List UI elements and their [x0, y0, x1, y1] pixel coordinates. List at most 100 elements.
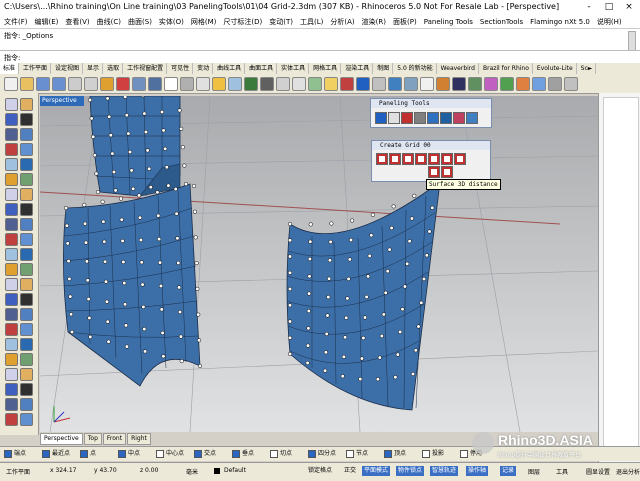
control-point[interactable]	[307, 274, 312, 279]
osnap-checkbox[interactable]	[232, 449, 240, 458]
analyze-icon[interactable]	[500, 77, 514, 91]
box-icon[interactable]	[5, 188, 18, 201]
control-point[interactable]	[123, 323, 129, 328]
print-icon[interactable]	[52, 77, 66, 91]
control-point[interactable]	[383, 290, 388, 295]
properties-icon[interactable]	[5, 383, 18, 396]
toolbar-tab-17[interactable]: Evolute-Lite	[534, 63, 577, 74]
control-point[interactable]	[180, 145, 185, 150]
save-icon[interactable]	[36, 77, 50, 91]
control-point[interactable]	[107, 114, 112, 119]
toolbar-tab-3[interactable]: 显示	[84, 63, 104, 74]
grid-e-icon[interactable]	[428, 153, 440, 165]
control-point[interactable]	[142, 111, 147, 116]
osnap-1[interactable]: 最近点	[42, 449, 70, 459]
grid-icon[interactable]	[375, 112, 387, 124]
control-point[interactable]	[366, 274, 371, 279]
control-point[interactable]	[166, 183, 171, 188]
copy-icon[interactable]	[100, 77, 114, 91]
cylinder-icon[interactable]	[5, 203, 18, 216]
control-point[interactable]	[182, 163, 187, 168]
control-point[interactable]	[124, 113, 129, 118]
control-point[interactable]	[124, 344, 129, 349]
control-point[interactable]	[137, 193, 142, 198]
osnap-checkbox[interactable]	[270, 449, 278, 458]
sphere-icon[interactable]	[20, 188, 33, 201]
array-icon[interactable]	[20, 278, 33, 291]
points-icon[interactable]	[414, 112, 426, 124]
control-point[interactable]	[430, 205, 435, 210]
control-point[interactable]	[375, 377, 380, 382]
triangle-icon[interactable]	[401, 112, 413, 124]
control-point[interactable]	[287, 221, 293, 227]
control-point[interactable]	[305, 360, 310, 365]
join-icon[interactable]	[5, 308, 18, 321]
rotate-view-icon[interactable]	[180, 77, 194, 91]
control-point[interactable]	[348, 237, 354, 243]
arc-icon[interactable]	[5, 143, 18, 156]
control-point[interactable]	[139, 260, 144, 265]
control-point[interactable]	[140, 282, 145, 287]
osnap-2[interactable]: 点	[80, 449, 96, 459]
point-icon[interactable]	[5, 113, 18, 126]
control-point[interactable]	[173, 187, 178, 192]
split-icon[interactable]	[20, 293, 33, 306]
control-point[interactable]	[305, 343, 311, 348]
grid-f-icon[interactable]	[441, 153, 453, 165]
control-point[interactable]	[163, 146, 168, 151]
toolbar-tab-2[interactable]: 设定视图	[52, 63, 84, 74]
control-point[interactable]	[113, 188, 118, 193]
zoom-window-icon[interactable]	[212, 77, 226, 91]
light-icon[interactable]	[324, 77, 338, 91]
menu-item-16[interactable]: 说明(H)	[597, 16, 622, 28]
control-point[interactable]	[137, 215, 143, 220]
menu-item-0[interactable]: 文件(F)	[4, 16, 28, 28]
control-point[interactable]	[196, 312, 201, 317]
osnap-8[interactable]: 四分点	[308, 449, 336, 459]
move-icon[interactable]	[5, 248, 18, 261]
control-point[interactable]	[308, 239, 313, 244]
control-point[interactable]	[108, 133, 113, 138]
grid-h-icon[interactable]	[428, 166, 440, 178]
control-point[interactable]	[156, 213, 161, 218]
osnap-checkbox[interactable]	[346, 449, 354, 458]
undo-icon[interactable]	[132, 77, 146, 91]
open-file-icon[interactable]	[20, 77, 34, 91]
control-point[interactable]	[329, 221, 334, 226]
grasshopper-icon[interactable]	[356, 77, 370, 91]
control-point[interactable]	[118, 196, 123, 201]
control-point[interactable]	[121, 259, 126, 265]
hatch-icon[interactable]	[5, 353, 18, 366]
mesh-icon[interactable]	[468, 77, 482, 91]
control-point[interactable]	[191, 183, 197, 189]
paste-icon[interactable]	[116, 77, 130, 91]
control-point[interactable]	[141, 304, 146, 309]
group-icon[interactable]	[564, 77, 578, 91]
render-icon[interactable]	[20, 353, 33, 366]
status-button-2[interactable]: 平面模式	[362, 466, 391, 476]
cplane-icon[interactable]	[5, 398, 18, 411]
control-point[interactable]	[287, 270, 293, 275]
zoom-extents-icon[interactable]	[228, 77, 242, 91]
mirror-icon[interactable]	[5, 278, 18, 291]
curve-icon[interactable]	[427, 112, 439, 124]
viewport-tab-perspective[interactable]: Perspective	[40, 433, 83, 445]
control-point[interactable]	[177, 309, 183, 315]
copy-icon[interactable]	[20, 248, 33, 261]
control-point[interactable]	[346, 276, 351, 281]
control-point[interactable]	[400, 307, 405, 312]
dimension-icon[interactable]	[5, 338, 18, 351]
control-point[interactable]	[416, 324, 421, 329]
control-point[interactable]	[131, 186, 136, 191]
control-point[interactable]	[387, 247, 392, 252]
control-point[interactable]	[409, 216, 414, 221]
explode-icon[interactable]	[20, 308, 33, 321]
menu-item-7[interactable]: 尺寸标注(D)	[223, 16, 262, 28]
control-point[interactable]	[159, 109, 165, 115]
mesh-icon[interactable]	[20, 233, 33, 246]
osnap-4[interactable]: 中心点	[156, 449, 184, 459]
control-point[interactable]	[103, 279, 109, 284]
osnap-3[interactable]: 中点	[118, 449, 140, 459]
control-point[interactable]	[402, 284, 407, 289]
trim-icon[interactable]	[5, 293, 18, 306]
